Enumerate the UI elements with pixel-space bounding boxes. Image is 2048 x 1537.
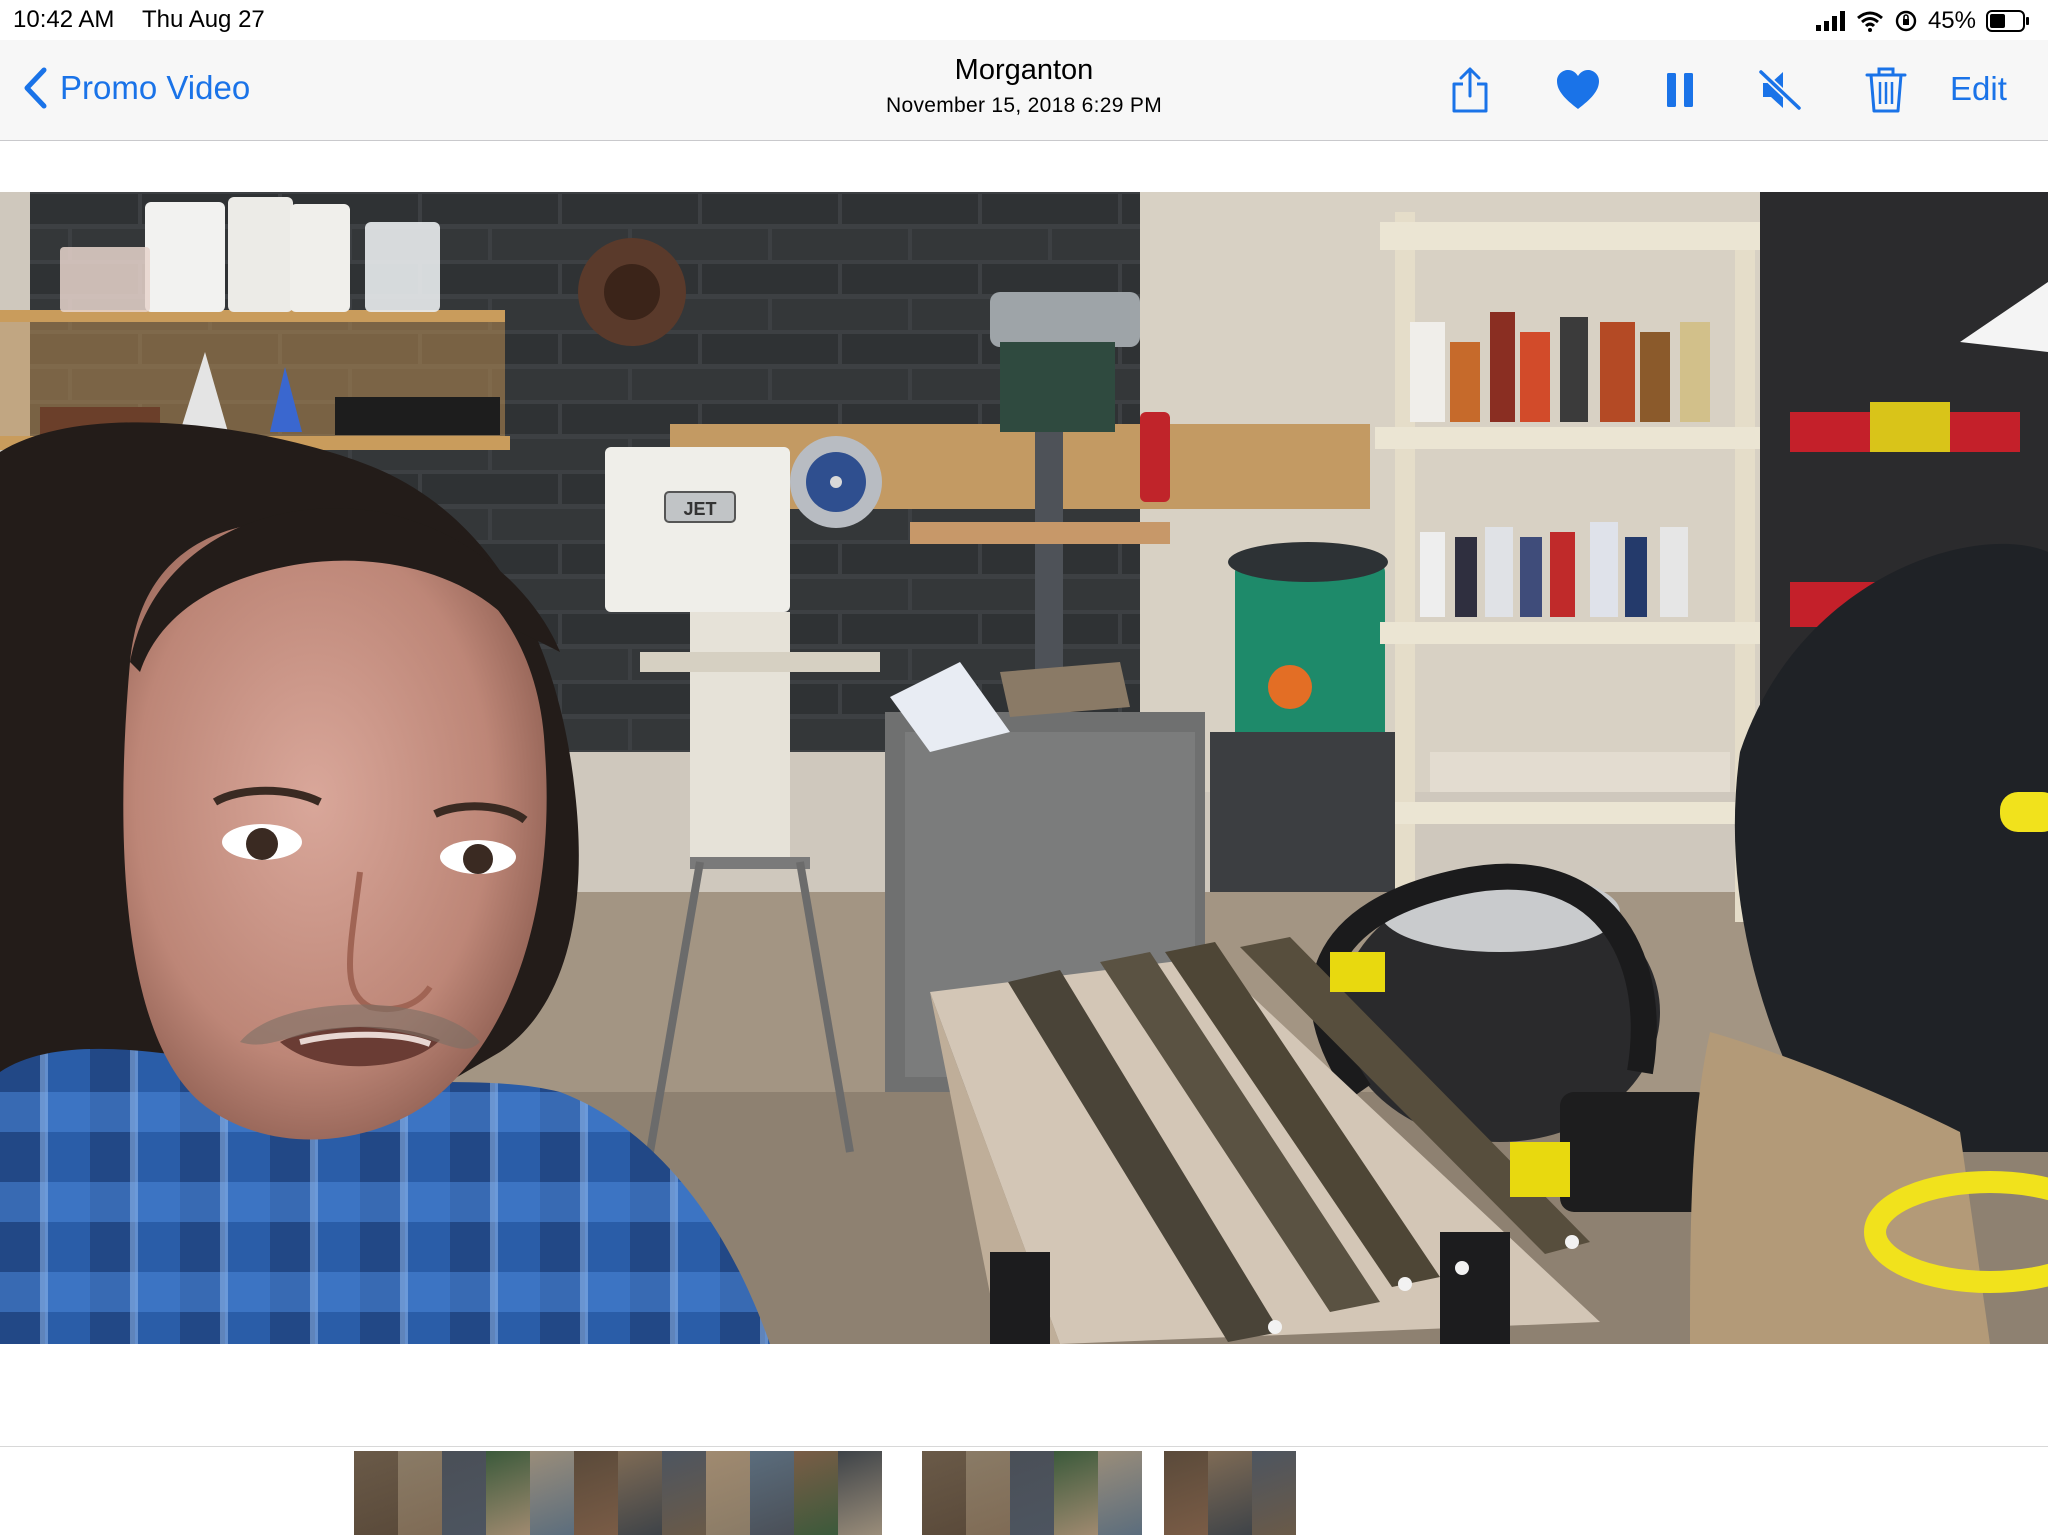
trash-icon	[1865, 67, 1907, 113]
mute-icon	[1758, 69, 1802, 111]
share-icon	[1452, 67, 1488, 113]
filmstrip-thumbnail[interactable]	[1098, 1451, 1142, 1535]
filmstrip-thumbnail[interactable]	[794, 1451, 838, 1535]
workshop-scene: JET	[0, 192, 2048, 1344]
pause-icon	[1667, 73, 1693, 107]
battery-percent: 45%	[1927, 7, 1976, 34]
filmstrip-thumbnail[interactable]	[1208, 1451, 1252, 1535]
filmstrip-thumbnail[interactable]	[922, 1451, 966, 1535]
filmstrip-thumbnail[interactable]	[966, 1451, 1010, 1535]
filmstrip-thumbnail[interactable]	[750, 1451, 794, 1535]
status-bar: 10:42 AM Thu Aug 27 45%	[0, 0, 2048, 40]
filmstrip-thumbnail[interactable]	[662, 1451, 706, 1535]
jet-brand-label: JET	[683, 499, 716, 519]
cellular-signal-icon	[1815, 11, 1845, 31]
filmstrip-thumbnail[interactable]	[398, 1451, 442, 1535]
filmstrip-thumbnail[interactable]	[354, 1451, 398, 1535]
orientation-lock-icon	[1895, 10, 1917, 32]
chevron-left-icon	[24, 67, 47, 109]
video-frame[interactable]: JET	[0, 192, 2048, 1344]
filmstrip-thumbnail[interactable]	[838, 1451, 882, 1535]
favorite-button[interactable]	[1554, 66, 1602, 114]
filmstrip-thumbnail[interactable]	[442, 1451, 486, 1535]
filmstrip-thumbnail[interactable]	[706, 1451, 750, 1535]
status-indicators: 45%	[1815, 7, 2030, 34]
delete-button[interactable]	[1862, 66, 1910, 114]
back-button-label: Promo Video	[60, 69, 251, 106]
filmstrip-thumbnail[interactable]	[618, 1451, 662, 1535]
navigation-bar: Promo Video Morganton November 15, 2018 …	[0, 40, 2048, 141]
mute-button[interactable]	[1756, 66, 1804, 114]
filmstrip-thumbnail[interactable]	[1252, 1451, 1296, 1535]
status-date: Thu Aug 27	[142, 6, 265, 33]
wifi-icon	[1856, 11, 1883, 32]
share-button[interactable]	[1446, 66, 1494, 114]
filmstrip-thumbnail[interactable]	[486, 1451, 530, 1535]
back-button[interactable]: Promo Video	[22, 66, 250, 110]
heart-icon	[1557, 70, 1599, 109]
status-time: 10:42 AM	[13, 6, 115, 33]
pause-button[interactable]	[1656, 66, 1704, 114]
photo-location-title: Morganton	[954, 54, 1094, 86]
battery-icon	[1986, 10, 2029, 32]
filmstrip-thumbnail[interactable]	[1010, 1451, 1054, 1535]
edit-button[interactable]: Edit	[1950, 70, 2007, 108]
filmstrip[interactable]	[0, 1446, 2048, 1537]
filmstrip-thumbnail[interactable]	[574, 1451, 618, 1535]
filmstrip-thumbnail[interactable]	[1054, 1451, 1098, 1535]
filmstrip-thumbnail[interactable]	[530, 1451, 574, 1535]
photo-date-subtitle: November 15, 2018 6:29 PM	[886, 94, 1162, 117]
filmstrip-thumbnail[interactable]	[1164, 1451, 1208, 1535]
